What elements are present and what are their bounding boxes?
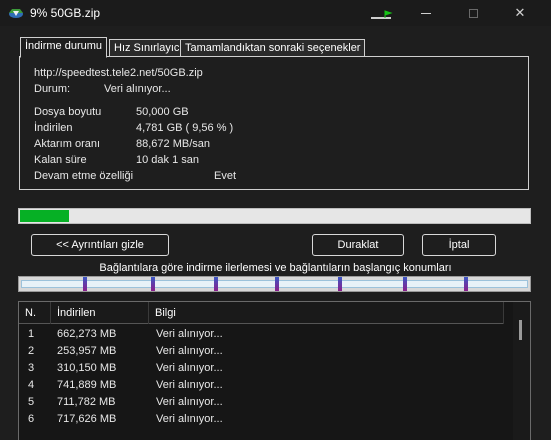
connections-caption: Bağlantılara göre indirme ilerlemesi ve … — [99, 262, 452, 274]
progress-fill — [20, 210, 69, 222]
list-item[interactable]: 3 310,150 MB Veri alınıyor... — [19, 360, 503, 377]
downloaded-label: İndirilen — [34, 122, 73, 134]
time-left-label: Kalan süre — [34, 154, 87, 166]
connection-number: 1 — [28, 328, 35, 340]
resume-label: Devam etme özelliği — [34, 170, 134, 182]
list-header: N. İndirilen Bilgi — [19, 302, 503, 324]
connections-track — [21, 277, 528, 291]
connection-info: Veri alınıyor... — [156, 362, 223, 374]
list-item[interactable]: 1 662,273 MB Veri alınıyor... — [19, 326, 503, 343]
file-size-label: Dosya boyutu — [34, 106, 102, 118]
column-header-info[interactable]: Bilgi — [149, 302, 503, 324]
minimize-icon — [421, 12, 431, 14]
scrollbar-thumb[interactable] — [519, 320, 522, 340]
connection-info: Veri alınıyor... — [156, 379, 223, 391]
connection-downloaded: 711,782 MB — [57, 396, 116, 408]
connection-number: 3 — [28, 362, 35, 374]
download-status-panel: http://speedtest.tele2.net/50GB.zip Duru… — [19, 56, 529, 190]
flag-icon[interactable] — [371, 10, 395, 20]
column-header-number[interactable]: N. — [19, 302, 51, 324]
transfer-rate-value: 88,672 MB/san — [136, 138, 210, 150]
time-left-value: 10 dak 1 san — [136, 154, 199, 166]
window-title: 9% 50GB.zip — [30, 6, 101, 20]
tab-on-completion[interactable]: Tamamlandıktan sonraki seçenekler — [180, 39, 366, 57]
connection-marker — [403, 277, 407, 291]
connections-progress-strip — [18, 276, 531, 292]
connection-number: 2 — [28, 345, 35, 357]
idm-icon — [9, 9, 23, 18]
connection-marker — [83, 277, 87, 291]
connection-downloaded: 741,889 MB — [57, 379, 117, 391]
connection-marker — [464, 277, 468, 291]
download-url: http://speedtest.tele2.net/50GB.zip — [34, 67, 203, 79]
connection-downloaded: 310,150 MB — [57, 362, 117, 374]
status-value: Veri alınıyor... — [104, 83, 171, 95]
resume-value: Evet — [214, 170, 237, 182]
connection-marker — [214, 277, 218, 291]
header-divider — [503, 302, 504, 324]
connection-number: 4 — [28, 379, 35, 391]
list-item[interactable]: 5 711,782 MB Veri alınıyor... — [19, 394, 503, 411]
close-icon: ✕ — [514, 5, 526, 20]
column-header-downloaded[interactable]: İndirilen — [51, 302, 149, 324]
connection-info: Veri alınıyor... — [156, 328, 223, 340]
hide-details-button[interactable]: << Ayrıntıları gizle — [31, 234, 169, 256]
pause-button[interactable]: Duraklat — [312, 234, 404, 256]
cancel-button[interactable]: İptal — [422, 234, 496, 256]
maximize-icon — [468, 8, 478, 18]
file-size-value: 50,000 GB — [136, 106, 189, 118]
minimize-button[interactable] — [403, 0, 449, 26]
connection-info: Veri alınıyor... — [156, 396, 223, 408]
connections-list[interactable]: N. İndirilen Bilgi 1 662,273 MB Veri alını… — [18, 301, 531, 440]
status-label: Durum: — [34, 83, 71, 95]
connection-downloaded: 717,626 MB — [57, 413, 117, 425]
tab-download-status[interactable]: İndirme durumu — [20, 37, 108, 58]
close-button[interactable]: ✕ — [497, 0, 543, 26]
connection-marker — [275, 277, 279, 291]
vertical-scrollbar[interactable] — [513, 302, 530, 440]
tab-speed-limiter[interactable]: Hız Sınırlayıcı — [109, 39, 188, 57]
title-bar: 9% 50GB.zip ✕ — [0, 0, 551, 26]
connection-number: 5 — [28, 396, 35, 408]
downloaded-value: 4,781 GB ( 9,56 % ) — [136, 122, 234, 134]
download-progress-bar — [18, 208, 531, 224]
list-item[interactable]: 2 253,957 MB Veri alınıyor... — [19, 343, 503, 360]
list-item[interactable]: 6 717,626 MB Veri alınıyor... — [19, 411, 503, 428]
list-item[interactable]: 4 741,889 MB Veri alınıyor... — [19, 377, 503, 394]
connection-downloaded: 662,273 MB — [57, 328, 117, 340]
connection-info: Veri alınıyor... — [156, 345, 223, 357]
transfer-rate-label: Aktarım oranı — [34, 138, 101, 150]
connection-marker — [338, 277, 342, 291]
connection-info: Veri alınıyor... — [156, 413, 223, 425]
connection-marker — [151, 277, 155, 291]
connection-downloaded: 253,957 MB — [57, 345, 117, 357]
connection-number: 6 — [28, 413, 35, 425]
maximize-button[interactable] — [450, 0, 496, 26]
